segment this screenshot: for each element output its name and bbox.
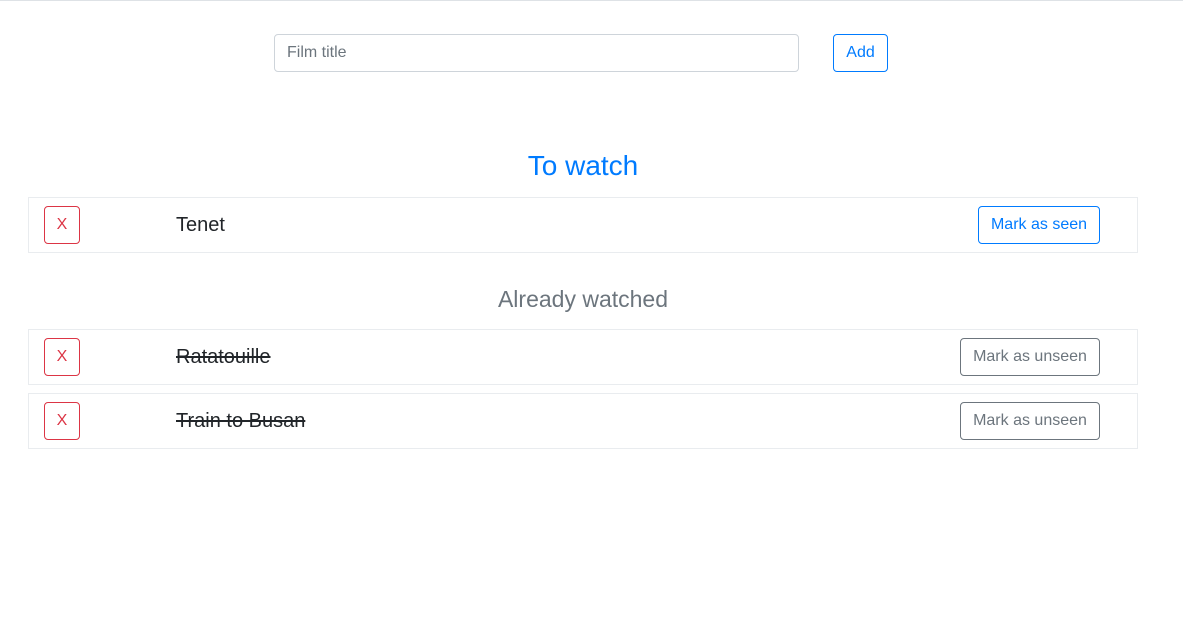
- delete-film-button[interactable]: X: [44, 402, 80, 440]
- film-title: Ratatouille: [176, 346, 271, 368]
- mark-as-unseen-button[interactable]: Mark as unseen: [960, 402, 1100, 440]
- already-watched-heading: Already watched: [497, 286, 669, 312]
- delete-film-button[interactable]: X: [44, 206, 80, 244]
- mark-as-seen-button[interactable]: Mark as seen: [978, 206, 1100, 244]
- to-watch-item: X Tenet Mark as seen: [28, 197, 1138, 253]
- watched-item: X Train to Busan Mark as unseen: [28, 393, 1138, 449]
- watched-item: X Ratatouille Mark as unseen: [28, 329, 1138, 385]
- mark-as-unseen-button[interactable]: Mark as unseen: [960, 338, 1100, 376]
- film-list-page: Add To watch X Tenet Mark as seen Alread…: [0, 0, 1183, 644]
- film-title: Tenet: [176, 214, 225, 236]
- to-watch-heading: To watch: [527, 150, 639, 181]
- film-title-input[interactable]: [274, 34, 799, 72]
- add-film-button[interactable]: Add: [833, 34, 888, 72]
- delete-film-button[interactable]: X: [44, 338, 80, 376]
- film-title: Train to Busan: [176, 410, 306, 432]
